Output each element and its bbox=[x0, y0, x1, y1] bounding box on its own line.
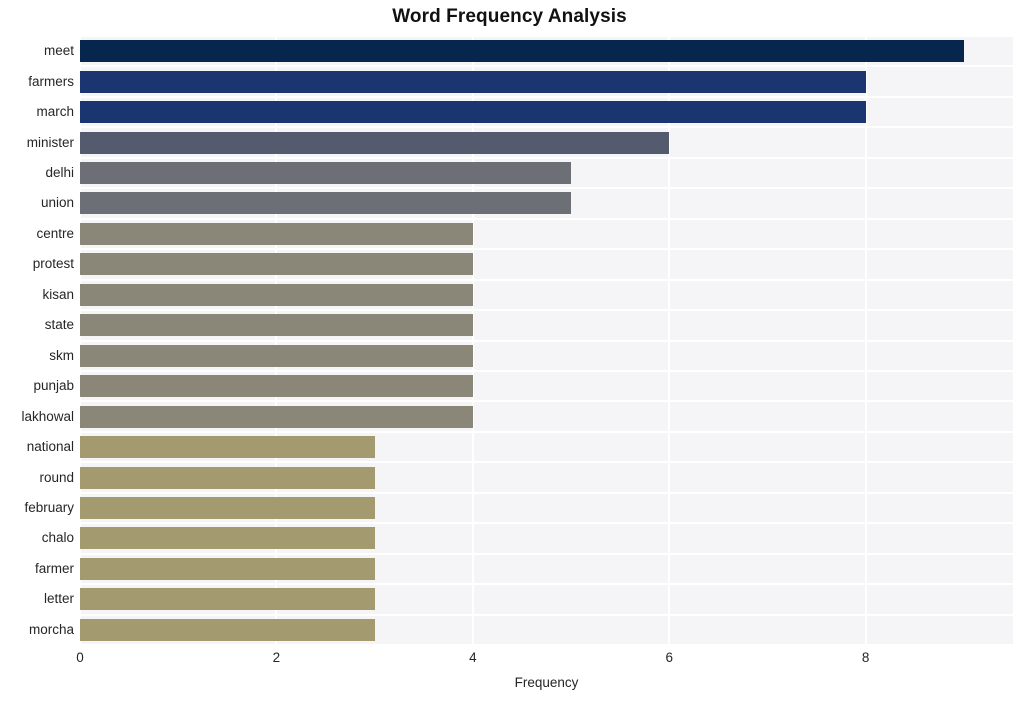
y-tick-label-kisan: kisan bbox=[42, 286, 74, 302]
gridline-horizontal bbox=[80, 583, 1013, 586]
y-tick-label-centre: centre bbox=[36, 225, 74, 241]
gridline-horizontal bbox=[80, 217, 1013, 220]
bar-centre bbox=[80, 222, 473, 245]
gridline-horizontal bbox=[80, 187, 1013, 190]
bar-delhi bbox=[80, 162, 572, 185]
bar-minister bbox=[80, 131, 670, 154]
y-tick-label-farmers: farmers bbox=[28, 73, 74, 89]
bar-kisan bbox=[80, 283, 473, 306]
gridline-horizontal bbox=[80, 248, 1013, 251]
x-tick-label-8: 8 bbox=[861, 650, 870, 665]
y-tick-label-union: union bbox=[40, 195, 74, 211]
x-tick-label-2: 2 bbox=[272, 650, 281, 665]
gridline-horizontal bbox=[80, 491, 1013, 494]
y-tick-label-minister: minister bbox=[26, 134, 74, 150]
gridline-horizontal bbox=[80, 369, 1013, 372]
y-tick-label-february: february bbox=[24, 499, 74, 515]
bar-farmers bbox=[80, 70, 866, 93]
bar-union bbox=[80, 192, 572, 215]
bar-protest bbox=[80, 253, 473, 276]
gridline-horizontal bbox=[80, 95, 1013, 98]
y-tick-label-state: state bbox=[44, 317, 74, 333]
bar-march bbox=[80, 101, 866, 124]
x-tick-label-0: 0 bbox=[76, 650, 84, 665]
y-axis-tick-labels: meet farmers march minister delhi union centre… bbox=[0, 36, 74, 645]
gridline-horizontal bbox=[80, 461, 1013, 464]
gridline-horizontal bbox=[80, 613, 1013, 616]
x-axis-tick-labels: 0 2 4 6 8 bbox=[0, 650, 1019, 672]
x-axis-title: Frequency bbox=[514, 675, 579, 690]
y-tick-label-protest: protest bbox=[32, 256, 74, 272]
bar-chalo bbox=[80, 527, 375, 550]
gridline-horizontal bbox=[80, 65, 1013, 68]
bar-february bbox=[80, 496, 375, 519]
y-tick-label-delhi: delhi bbox=[45, 165, 74, 181]
x-tick-label-4: 4 bbox=[469, 650, 477, 665]
y-tick-label-letter: letter bbox=[43, 591, 74, 607]
y-tick-label-march: march bbox=[36, 104, 74, 120]
gridline-horizontal bbox=[80, 400, 1013, 403]
y-tick-label-skm: skm bbox=[49, 347, 74, 363]
gridline-horizontal bbox=[80, 309, 1013, 312]
word-frequency-bar-chart: Word Frequency Analysis meet farmers march… bbox=[0, 0, 1019, 701]
y-tick-label-meet: meet bbox=[43, 43, 74, 59]
gridline-horizontal bbox=[80, 156, 1013, 159]
bar-national bbox=[80, 436, 375, 459]
gridline-horizontal bbox=[80, 339, 1013, 342]
gridline-horizontal bbox=[80, 430, 1013, 433]
bar-round bbox=[80, 466, 375, 489]
y-tick-label-morcha: morcha bbox=[28, 621, 74, 637]
bar-letter bbox=[80, 588, 375, 611]
bar-lakhowal bbox=[80, 405, 473, 428]
chart-title: Word Frequency Analysis bbox=[392, 6, 627, 27]
bar-morcha bbox=[80, 618, 375, 641]
gridline-horizontal bbox=[80, 552, 1013, 555]
bar-meet bbox=[80, 40, 964, 63]
bar-state bbox=[80, 314, 473, 337]
gridline-horizontal bbox=[80, 522, 1013, 525]
bar-skm bbox=[80, 344, 473, 367]
y-tick-label-national: national bbox=[26, 439, 74, 455]
gridline-horizontal bbox=[80, 644, 1013, 646]
x-tick-label-6: 6 bbox=[665, 650, 674, 665]
y-tick-label-chalo: chalo bbox=[41, 530, 74, 546]
y-tick-label-farmer: farmer bbox=[34, 560, 74, 576]
y-tick-label-round: round bbox=[39, 469, 74, 485]
y-tick-label-lakhowal: lakhowal bbox=[21, 408, 74, 424]
bar-farmer bbox=[80, 557, 375, 580]
gridline-horizontal bbox=[80, 126, 1013, 129]
plot-area bbox=[79, 35, 1013, 646]
bar-punjab bbox=[80, 375, 473, 398]
gridline-horizontal bbox=[80, 278, 1013, 281]
gridline-horizontal bbox=[80, 35, 1013, 37]
y-tick-label-punjab: punjab bbox=[33, 378, 74, 394]
